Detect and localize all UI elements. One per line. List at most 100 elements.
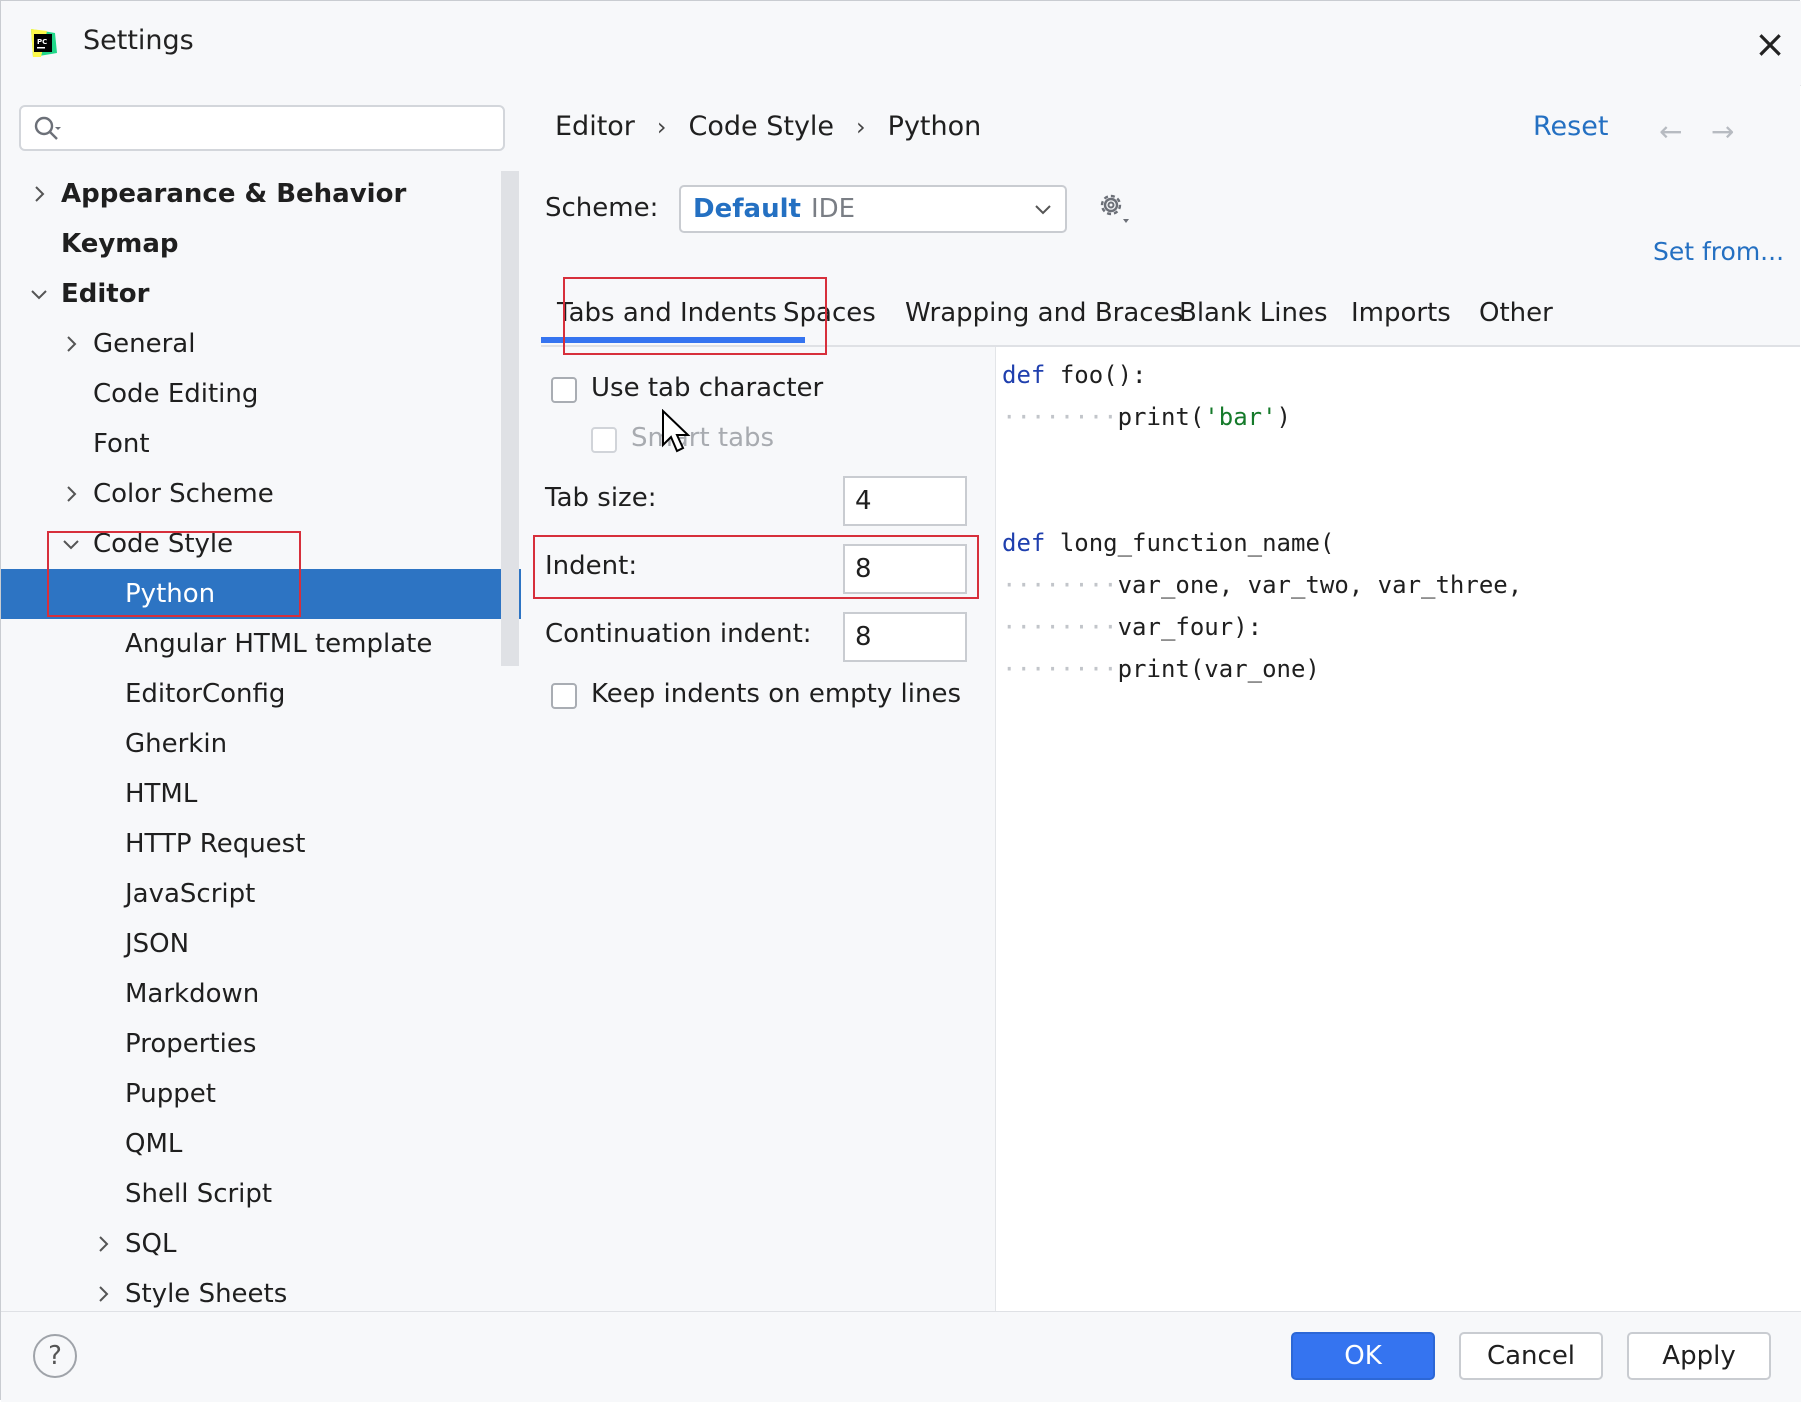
ok-button[interactable]: OK [1291, 1332, 1435, 1380]
sidebar-item-label: General [93, 329, 196, 359]
active-tab-indicator [541, 337, 805, 343]
sidebar-item-label: QML [125, 1129, 183, 1159]
tab-wrapping-and-braces[interactable]: Wrapping and Braces [905, 273, 1183, 345]
sidebar-item-markdown[interactable]: Markdown [1, 969, 521, 1019]
chevron-right-icon: › [856, 113, 866, 141]
tab-blank-lines[interactable]: Blank Lines [1179, 273, 1328, 345]
sidebar-scrollbar[interactable] [501, 171, 519, 666]
sidebar-item-json[interactable]: JSON [1, 919, 521, 969]
gear-icon[interactable] [1095, 189, 1131, 225]
sidebar-item-http-request[interactable]: HTTP Request [1, 819, 521, 869]
sidebar-item-label: JSON [125, 929, 190, 959]
chevron-down-icon[interactable] [27, 282, 51, 306]
sidebar-item-python[interactable]: Python [1, 569, 521, 619]
tab-other[interactable]: Other [1479, 273, 1553, 345]
keep-indents-checkbox[interactable] [551, 683, 577, 709]
tab-size-field[interactable]: 4 [843, 476, 967, 526]
sidebar-item-label: Puppet [125, 1079, 216, 1109]
sidebar-item-qml[interactable]: QML [1, 1119, 521, 1169]
sidebar-item-color-scheme[interactable]: Color Scheme [1, 469, 521, 519]
sidebar-item-label: Code Editing [93, 379, 259, 409]
back-arrow-icon[interactable]: ← [1659, 115, 1682, 148]
code-keyword: def [1002, 529, 1046, 557]
indent-label: Indent: [545, 551, 638, 581]
chevron-right-icon[interactable] [59, 482, 83, 506]
breadcrumb-item: Code Style [688, 111, 835, 142]
sidebar-item-angular-html-template[interactable]: Angular HTML template [1, 619, 521, 669]
code-line: def foo(): [1002, 361, 1147, 389]
search-input[interactable] [19, 105, 505, 151]
continuation-indent-field[interactable]: 8 [843, 612, 967, 662]
code-text: foo(): [1059, 361, 1147, 389]
cancel-button[interactable]: Cancel [1459, 1332, 1603, 1380]
code-text: print( [1117, 403, 1205, 431]
sidebar-item-style-sheets[interactable]: Style Sheets [1, 1269, 521, 1311]
sidebar-item-shell-script[interactable]: Shell Script [1, 1169, 521, 1219]
sidebar-item-label: Font [93, 429, 150, 459]
tab-imports[interactable]: Imports [1351, 273, 1451, 345]
sidebar-item-editor[interactable]: Editor [1, 269, 521, 319]
settings-dialog: PC Settings × Appearance & Behavior Keyma… [0, 0, 1801, 1402]
help-icon[interactable]: ? [33, 1334, 77, 1378]
sidebar-item-label: Angular HTML template [125, 629, 433, 659]
sidebar-item-properties[interactable]: Properties [1, 1019, 521, 1069]
sidebar-item-label: Style Sheets [125, 1279, 288, 1309]
smart-tabs-label: Smart tabs [631, 423, 775, 453]
title-bar: PC Settings × [1, 1, 1801, 86]
code-text: var_one, var_two, var_three, [1117, 571, 1523, 599]
code-line: ········var_one, var_two, var_three, [1002, 571, 1522, 599]
sidebar-item-gherkin[interactable]: Gherkin [1, 719, 521, 769]
use-tab-character-checkbox[interactable] [551, 377, 577, 403]
sidebar-item-appearance-behavior[interactable]: Appearance & Behavior [1, 169, 521, 219]
mouse-cursor-icon [662, 409, 691, 453]
chevron-right-icon[interactable] [91, 1282, 115, 1306]
chevron-down-icon[interactable] [59, 532, 83, 556]
whitespace-dots: ········ [1002, 655, 1118, 683]
sidebar-item-javascript[interactable]: JavaScript [1, 869, 521, 919]
scheme-label: Scheme: [545, 193, 659, 223]
search-icon [34, 116, 61, 140]
sidebar-item-editorconfig[interactable]: EditorConfig [1, 669, 521, 719]
chevron-right-icon[interactable] [27, 182, 51, 206]
sidebar-item-font[interactable]: Font [1, 419, 521, 469]
set-from-link[interactable]: Set from... [1653, 237, 1784, 266]
sidebar-item-keymap[interactable]: Keymap [1, 219, 521, 269]
code-line: ········print('bar') [1002, 403, 1291, 431]
close-icon[interactable]: × [1753, 25, 1787, 63]
forward-arrow-icon[interactable]: → [1711, 115, 1734, 148]
pycharm-logo-icon: PC [31, 29, 57, 57]
chevron-right-icon[interactable] [59, 332, 83, 356]
sidebar-item-label: Appearance & Behavior [61, 179, 407, 209]
chevron-right-icon: › [656, 113, 667, 141]
sidebar-item-code-style[interactable]: Code Style [1, 519, 521, 569]
sidebar-item-sql[interactable]: SQL [1, 1219, 521, 1269]
sidebar-item-general[interactable]: General [1, 319, 521, 369]
sidebar-item-puppet[interactable]: Puppet [1, 1069, 521, 1119]
sidebar-item-label: Properties [125, 1029, 257, 1059]
sidebar-item-html[interactable]: HTML [1, 769, 521, 819]
settings-sidebar: Appearance & Behavior Keymap Editor General… [1, 85, 521, 1311]
whitespace-dots: ········ [1002, 571, 1118, 599]
smart-tabs-checkbox[interactable] [591, 427, 617, 453]
whitespace-dots: ········ [1002, 613, 1118, 641]
sidebar-item-code-editing[interactable]: Code Editing [1, 369, 521, 419]
whitespace-dots: ········ [1002, 403, 1118, 431]
apply-button[interactable]: Apply [1627, 1332, 1771, 1380]
chevron-right-icon[interactable] [91, 1232, 115, 1256]
keep-indents-label: Keep indents on empty lines [591, 679, 961, 709]
code-line: ········var_four): [1002, 613, 1262, 641]
indent-field[interactable]: 8 [843, 544, 967, 594]
reset-link[interactable]: Reset [1533, 111, 1608, 142]
tab-tabs-and-indents[interactable]: Tabs and Indents [557, 273, 777, 345]
sidebar-item-label: Markdown [125, 979, 260, 1009]
code-text: var_four): [1117, 613, 1263, 641]
tab-spaces[interactable]: Spaces [783, 273, 876, 345]
code-line: ········print(var_one) [1002, 655, 1320, 683]
scheme-name: Default [693, 194, 801, 224]
svg-text:PC: PC [37, 38, 47, 46]
sidebar-item-label: Code Style [93, 529, 234, 559]
scheme-dropdown[interactable]: Default IDE [679, 185, 1067, 233]
window-title: Settings [83, 25, 194, 56]
sidebar-item-label: HTTP Request [125, 829, 306, 859]
tab-size-label: Tab size: [545, 483, 657, 513]
